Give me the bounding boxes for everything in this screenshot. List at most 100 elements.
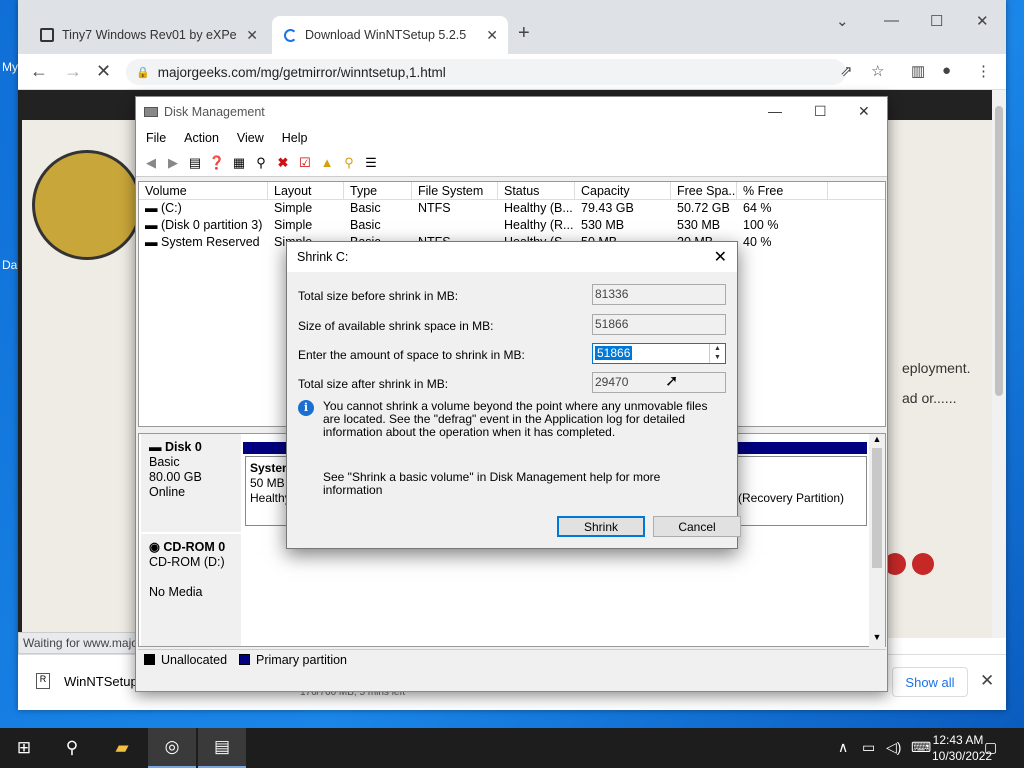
scroll-down-icon[interactable]: ▼	[869, 632, 885, 642]
cdrom-state: No Media	[149, 585, 203, 599]
scroll-thumb[interactable]	[995, 106, 1003, 396]
close-icon[interactable]: ✕	[858, 103, 870, 120]
available-shrink-field: 51866	[592, 314, 726, 335]
tab-title: Download WinNTSetup 5.2.5	[305, 28, 467, 42]
shrink-amount-stepper[interactable]: 51866 ▲ ▼	[592, 343, 726, 364]
desktop-icon-label[interactable]: Da	[2, 258, 17, 272]
col-volume[interactable]: Volume	[139, 182, 268, 199]
help-text: See "Shrink a basic volume" in Disk Mana…	[323, 470, 661, 497]
forward-icon[interactable]: →	[64, 61, 82, 82]
cell-volume: ▬ (C:)	[139, 200, 268, 217]
maximize-icon[interactable]: ☐	[930, 12, 943, 30]
close-icon[interactable]: ✕	[714, 247, 727, 267]
show-hidden-icons-icon[interactable]: ∧	[838, 739, 848, 756]
total-after-label: Total size after shrink in MB:	[298, 377, 449, 391]
stop-icon[interactable]: ✕	[96, 61, 111, 82]
back-icon[interactable]: ←	[30, 61, 48, 82]
new-tab-icon[interactable]: +	[518, 22, 530, 45]
cdrom0-label[interactable]: ◉ CD-ROM 0 CD-ROM (D:) No Media	[141, 534, 241, 646]
minimize-icon[interactable]: —	[884, 12, 899, 29]
cell-volume: ▬ System Reserved	[139, 234, 268, 251]
back-icon[interactable]: ◀	[142, 154, 160, 172]
desktop-icon-label[interactable]: My	[2, 60, 18, 74]
search-icon[interactable]: ⚲	[340, 154, 358, 172]
cell-type: Basic	[350, 218, 381, 232]
tab-winntsetup[interactable]: Download WinNTSetup 5.2.5 ✕	[272, 16, 508, 54]
notifications-icon[interactable]: ▢	[984, 739, 997, 756]
shrink-amount-value[interactable]: 51866	[595, 346, 633, 360]
lower-scrollbar[interactable]: ▲ ▼	[869, 434, 885, 648]
close-tab-icon[interactable]: ✕	[486, 27, 498, 44]
youtube-icon[interactable]	[912, 553, 934, 575]
console-tree-icon[interactable]: ▤	[186, 154, 204, 172]
dm-titlebar: Disk Management — ☐ ✕	[136, 97, 887, 127]
taskbar: ⊞ ⚲ ▰ ◎ ▤ ∧ ▭ ◁) ⌨ 12:43 AM 10/30/2022 ▢	[0, 728, 1024, 768]
close-download-bar-icon[interactable]: ✕	[980, 671, 994, 691]
stepper-down-icon[interactable]: ▼	[710, 353, 725, 362]
col-layout[interactable]: Layout	[268, 182, 344, 199]
menu-dots-icon[interactable]: ⋮	[976, 62, 991, 80]
page-scrollbar[interactable]	[992, 90, 1006, 638]
volume-name: (Disk 0 partition 3)	[160, 218, 263, 232]
stepper-up-icon[interactable]: ▲	[710, 344, 725, 353]
connect-icon[interactable]: ⚲	[252, 154, 270, 172]
bookmark-star-icon[interactable]: ☆	[871, 62, 884, 80]
chrome-icon[interactable]: ◎	[148, 728, 196, 768]
properties-icon[interactable]: ▦	[230, 154, 248, 172]
search-icon[interactable]: ⚲	[48, 728, 96, 768]
tab-tiny7[interactable]: Tiny7 Windows Rev01 by eXPeric ✕	[28, 16, 268, 54]
address-bar[interactable]: 🔒 majorgeeks.com/mg/getmirror/winntsetup…	[126, 59, 846, 85]
cell-layout: Simple	[274, 218, 313, 232]
folder-up-icon[interactable]: ▲	[318, 154, 336, 172]
disk-management-icon[interactable]: ▤	[198, 728, 246, 768]
share-icon[interactable]: ⇗	[840, 62, 853, 80]
shrink-button[interactable]: Shrink	[557, 516, 645, 537]
disk0-label[interactable]: ▬ Disk 0 Basic 80.00 GB Online	[141, 434, 241, 532]
delete-icon[interactable]: ✖	[274, 154, 292, 172]
disk0-state: Online	[149, 485, 186, 499]
site-logo	[32, 150, 142, 260]
menu-file[interactable]: File	[146, 131, 166, 145]
scroll-thumb[interactable]	[872, 448, 882, 568]
col-capacity[interactable]: Capacity	[575, 182, 671, 199]
menu-help[interactable]: Help	[282, 131, 308, 145]
col-type[interactable]: Type	[344, 182, 412, 199]
forward-icon[interactable]: ▶	[164, 154, 182, 172]
col-free-space[interactable]: Free Spa...	[671, 182, 737, 199]
help-icon[interactable]: ❓	[208, 154, 226, 172]
stepper-arrows[interactable]: ▲ ▼	[709, 344, 725, 363]
col-filesystem[interactable]: File System	[412, 182, 498, 199]
clock[interactable]: 12:43 AM 10/30/2022	[932, 732, 992, 764]
disk0-size: 80.00 GB	[149, 470, 202, 484]
menu-action[interactable]: Action	[184, 131, 219, 145]
cdrom-drive: CD-ROM (D:)	[149, 555, 225, 569]
total-before-label: Total size before shrink in MB:	[298, 289, 459, 303]
col-percent-free[interactable]: % Free	[737, 182, 828, 199]
show-all-button[interactable]: Show all	[892, 667, 968, 697]
dialog-title: Shrink C:	[297, 250, 349, 264]
sidepanel-icon[interactable]: ▥	[911, 62, 925, 80]
cancel-button[interactable]: Cancel	[653, 516, 741, 537]
partition-recovery[interactable]: (Recovery Partition)	[735, 456, 867, 526]
legend: Unallocated Primary partition	[138, 649, 886, 669]
col-status[interactable]: Status	[498, 182, 575, 199]
check-icon[interactable]: ☑	[296, 154, 314, 172]
maximize-icon[interactable]: ☐	[814, 103, 827, 120]
menu-view[interactable]: View	[237, 131, 264, 145]
list-icon[interactable]: ☰	[362, 154, 380, 172]
scroll-up-icon[interactable]: ▲	[869, 434, 885, 444]
minimize-icon[interactable]: —	[768, 103, 782, 119]
download-item[interactable]: R WinNTSetup	[36, 673, 138, 689]
volume-icon[interactable]: ◁)	[886, 739, 901, 756]
network-icon[interactable]: ▭	[862, 739, 875, 756]
start-icon[interactable]: ⊞	[0, 728, 48, 768]
chevron-down-icon[interactable]: ⌄	[836, 12, 849, 30]
profile-avatar-icon[interactable]: ●	[942, 62, 951, 79]
input-method-icon[interactable]: ⌨	[911, 739, 931, 756]
page-text: eployment.	[902, 360, 971, 376]
close-icon[interactable]: ✕	[976, 12, 989, 30]
close-tab-icon[interactable]: ✕	[246, 27, 258, 44]
file-explorer-icon[interactable]: ▰	[98, 728, 146, 768]
table-row[interactable]: ▬ (Disk 0 partition 3) Simple Basic Heal…	[139, 217, 885, 234]
table-row[interactable]: ▬ (C:) Simple Basic NTFS Healthy (B... 7…	[139, 200, 885, 217]
